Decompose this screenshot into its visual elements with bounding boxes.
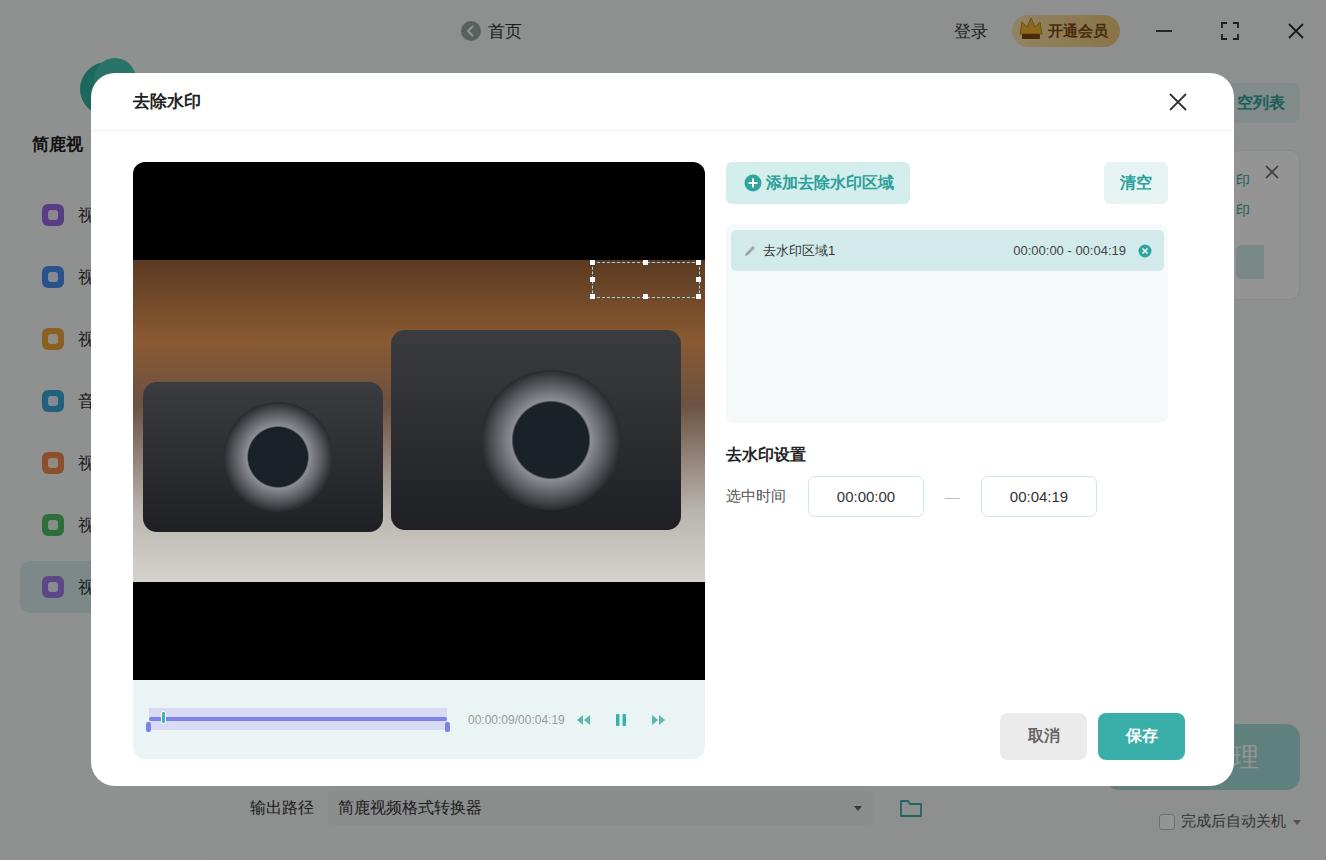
pause-icon xyxy=(613,712,629,728)
preview-panel: 00:00:09/00:04:19 xyxy=(133,162,705,760)
region-time: 00:00:00 - 00:04:19 xyxy=(1013,243,1126,258)
start-time-input[interactable]: 00:00:00 xyxy=(808,476,924,517)
dialog-title: 去除水印 xyxy=(133,90,201,113)
resize-handle[interactable] xyxy=(696,294,701,299)
selected-range xyxy=(149,708,447,730)
end-time-input[interactable]: 00:04:19 xyxy=(981,476,1097,517)
region-list: 去水印区域1 00:00:00 - 00:04:19 xyxy=(726,224,1168,423)
region-item[interactable]: 去水印区域1 00:00:00 - 00:04:19 xyxy=(731,230,1164,271)
rewind-icon[interactable] xyxy=(575,712,591,728)
plus-icon xyxy=(744,174,762,192)
settings-panel: 添加去除水印区域 清空 去水印区域1 00:00:00 - 00:04:19 去水… xyxy=(726,162,1185,760)
cancel-button[interactable]: 取消 xyxy=(1000,713,1087,760)
add-region-label: 添加去除水印区域 xyxy=(766,173,894,194)
dialog-header: 去除水印 xyxy=(91,73,1234,131)
video-frame xyxy=(133,260,705,582)
resize-handle[interactable] xyxy=(590,260,595,265)
playback-time: 00:00:09/00:04:19 xyxy=(468,713,565,727)
remove-watermark-dialog: 去除水印 00:00:09/00:04:19 xyxy=(91,73,1234,786)
pencil-icon[interactable] xyxy=(743,244,757,258)
add-region-button[interactable]: 添加去除水印区域 xyxy=(726,162,910,204)
clear-button[interactable]: 清空 xyxy=(1104,162,1168,204)
playhead[interactable] xyxy=(161,711,166,724)
time-separator: — xyxy=(924,488,981,505)
resize-handle[interactable] xyxy=(590,294,595,299)
time-range-label: 选中时间 xyxy=(726,487,808,506)
close-icon[interactable] xyxy=(1167,91,1189,113)
range-start-handle[interactable] xyxy=(146,722,151,732)
region-name: 去水印区域1 xyxy=(763,242,835,260)
watermark-selection-box[interactable] xyxy=(592,262,700,298)
resize-handle[interactable] xyxy=(643,260,648,265)
resize-handle[interactable] xyxy=(696,260,701,265)
resize-handle[interactable] xyxy=(590,277,595,282)
player-bar: 00:00:09/00:04:19 xyxy=(133,680,705,759)
video-preview xyxy=(133,162,705,680)
fast-forward-icon[interactable] xyxy=(651,712,667,728)
time-range-row: 选中时间 00:00:00 — 00:04:19 xyxy=(726,476,1185,517)
settings-heading: 去水印设置 xyxy=(726,445,1185,465)
resize-handle[interactable] xyxy=(696,277,701,282)
resize-handle[interactable] xyxy=(643,294,648,299)
range-end-handle[interactable] xyxy=(445,722,450,732)
remove-icon[interactable] xyxy=(1138,244,1152,258)
play-pause-button[interactable] xyxy=(613,712,629,728)
save-button[interactable]: 保存 xyxy=(1098,713,1185,760)
timeline-track xyxy=(149,717,447,721)
timeline[interactable] xyxy=(146,705,451,735)
